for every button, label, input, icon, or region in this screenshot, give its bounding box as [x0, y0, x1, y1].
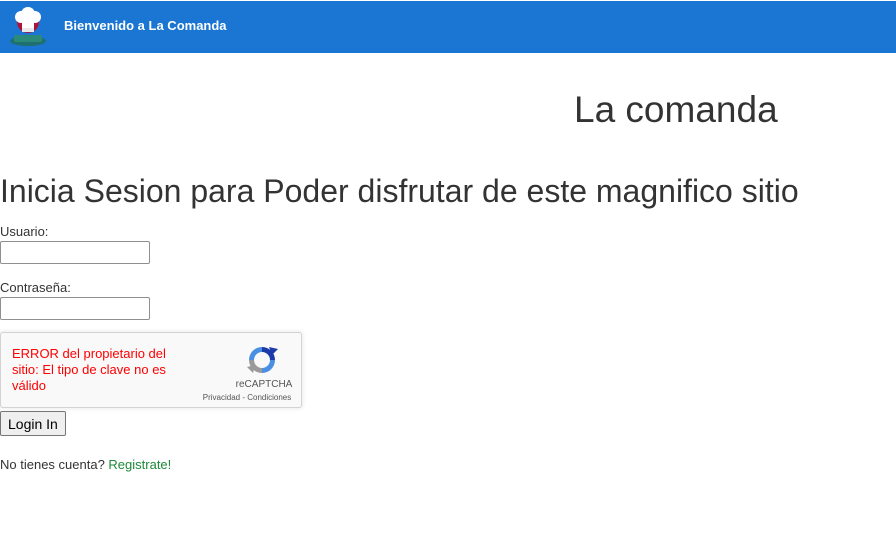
register-link[interactable]: Registrate! — [108, 457, 171, 472]
username-label: Usuario: — [0, 224, 49, 239]
recaptcha-brand-label: reCAPTCHA — [235, 379, 293, 390]
chef-hat-logo-icon[interactable] — [8, 7, 48, 47]
login-heading: Inicia Sesion para Poder disfrutar de es… — [0, 173, 799, 209]
page-title: La comanda — [574, 89, 778, 130]
recaptcha-terms-link[interactable]: Condiciones — [247, 393, 291, 402]
register-prompt-text: No tienes cuenta? — [0, 457, 109, 472]
recaptcha-links: Privacidad - Condiciones — [197, 393, 297, 402]
recaptcha-error-message: ERROR del propietario del sitio: El tipo… — [12, 346, 166, 393]
top-navbar: Bienvenido a La Comanda — [0, 1, 896, 53]
register-prompt: No tienes cuenta? Registrate! — [0, 457, 171, 472]
username-input[interactable] — [0, 241, 150, 264]
recaptcha-logo-icon — [247, 347, 278, 373]
navbar-brand-link[interactable]: Bienvenido a La Comanda — [64, 18, 227, 33]
password-input[interactable] — [0, 297, 150, 320]
recaptcha-widget[interactable]: ERROR del propietario del sitio: El tipo… — [0, 332, 302, 408]
password-label: Contraseña: — [0, 280, 71, 295]
recaptcha-privacy-link[interactable]: Privacidad — [203, 393, 240, 402]
login-button[interactable]: Login In — [0, 411, 66, 436]
